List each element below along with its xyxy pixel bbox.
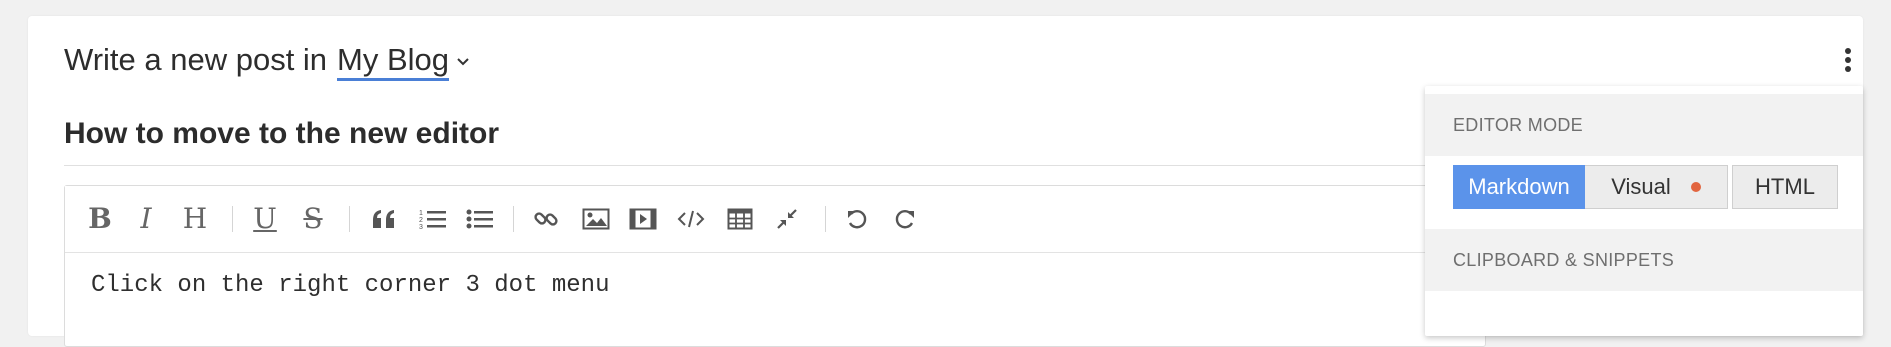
underline-button[interactable]: U (248, 203, 282, 235)
link-icon[interactable] (529, 203, 563, 235)
quote-icon[interactable] (367, 203, 401, 235)
header-prefix: Write a new post in (64, 42, 328, 77)
svg-text:2: 2 (419, 217, 423, 224)
redo-icon[interactable] (888, 203, 922, 235)
blog-selector[interactable]: My Blog (337, 42, 450, 81)
editor-mode-label: EDITOR MODE (1453, 114, 1583, 135)
undo-icon[interactable] (840, 203, 874, 235)
more-options-menu: EDITOR MODE Markdown Visual HTML CLIPBOA… (1425, 86, 1863, 336)
editor-content[interactable]: Click on the right corner 3 dot menu (91, 272, 609, 299)
chevron-down-icon[interactable] (456, 55, 470, 69)
strikethrough-button[interactable]: S (296, 203, 330, 235)
bold-button[interactable]: B (83, 203, 117, 235)
post-header: Write a new post in My Blog (64, 42, 470, 81)
editor-mode-header: EDITOR MODE (1425, 94, 1863, 156)
heading-button[interactable]: H (178, 203, 212, 235)
bullet-list-icon[interactable] (463, 203, 497, 235)
ordered-list-icon[interactable]: 123 (416, 203, 450, 235)
svg-text:1: 1 (419, 210, 423, 217)
editor-mode-switch: Markdown Visual HTML (1453, 165, 1838, 209)
markdown-mode-button[interactable]: Markdown (1453, 165, 1585, 209)
image-icon[interactable] (579, 203, 613, 235)
divider (64, 165, 1464, 166)
more-options-icon[interactable] (1842, 48, 1854, 78)
code-icon[interactable] (674, 203, 708, 235)
toolbar-separator (232, 206, 233, 232)
svg-text:3: 3 (419, 224, 423, 231)
collapse-icon[interactable] (770, 203, 804, 235)
html-mode-button[interactable]: HTML (1732, 165, 1838, 209)
toolbar-separator (825, 206, 826, 232)
visual-mode-button[interactable]: Visual (1585, 165, 1728, 209)
post-title-input[interactable]: How to move to the new editor (64, 117, 499, 151)
toolbar-separator (349, 206, 350, 232)
markdown-editor: B I H U S 123 Click on the right corner … (64, 185, 1486, 347)
italic-button[interactable]: I (129, 203, 163, 235)
clipboard-header: CLIPBOARD & SNIPPETS (1425, 229, 1863, 291)
table-icon[interactable] (723, 203, 757, 235)
editor-toolbar: B I H U S 123 (65, 186, 1485, 253)
video-icon[interactable] (626, 203, 660, 235)
new-indicator-dot (1690, 182, 1701, 192)
toolbar-separator (513, 206, 514, 232)
clipboard-label: CLIPBOARD & SNIPPETS (1453, 249, 1675, 270)
